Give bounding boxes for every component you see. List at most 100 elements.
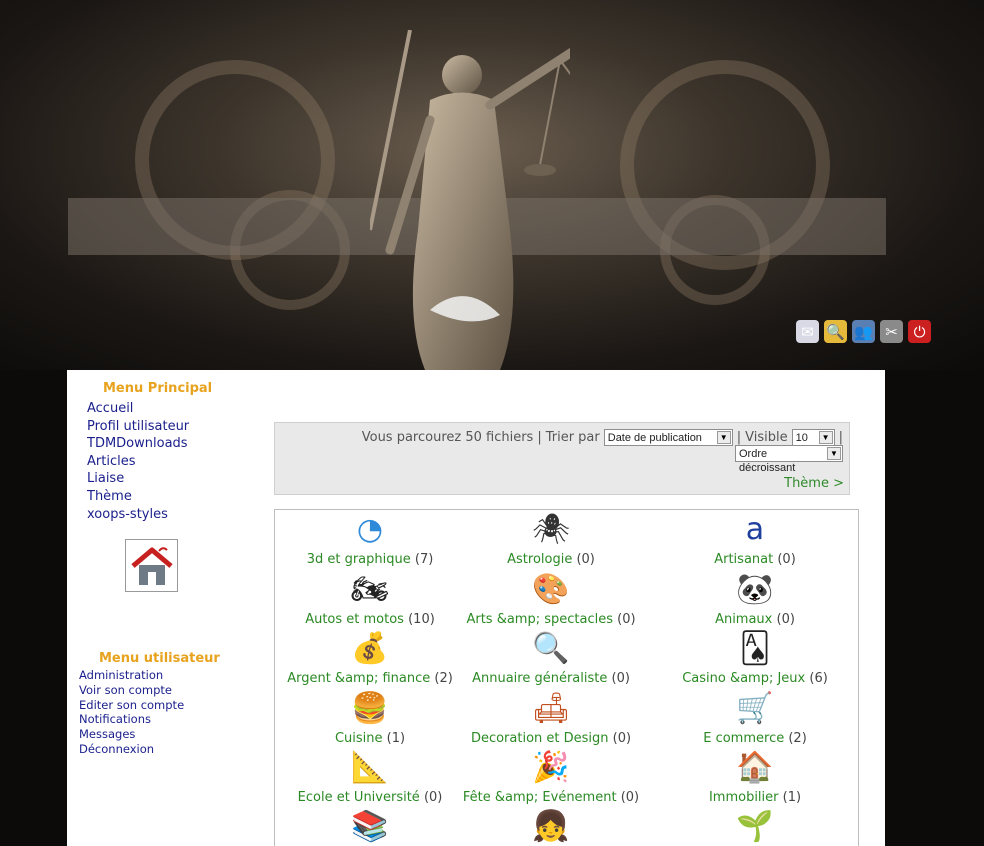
user-menu-title: Menu utilisateur xyxy=(99,651,220,666)
playing-cards-icon[interactable]: 🂡 xyxy=(733,629,777,669)
party-hat-icon[interactable]: 🎉 xyxy=(529,748,573,788)
books-icon[interactable]: 📚 xyxy=(348,807,392,846)
category-label: Immobilier (1) xyxy=(660,790,850,805)
category-name-link[interactable]: 3d et graphique xyxy=(307,552,411,567)
category-count: (0) xyxy=(608,731,632,746)
category-name-link[interactable]: Decoration et Design xyxy=(471,731,609,746)
menu-item-administration[interactable]: Administration xyxy=(79,668,184,683)
visible-select[interactable]: 10 ▼ xyxy=(791,429,835,446)
shopping-cart-icon[interactable]: 🛒 xyxy=(733,689,777,729)
category-item[interactable]: 🛋 Decoration et Design (0) xyxy=(456,689,646,746)
category-item[interactable]: 🎉 Fête &amp; Evénement (0) xyxy=(456,748,646,805)
category-count: (0) xyxy=(607,671,630,686)
menu-item-deconnexion[interactable]: Déconnexion xyxy=(79,742,184,757)
motorbike-icon[interactable]: 🏍 xyxy=(348,570,392,610)
menu-item-xoops-styles[interactable]: xoops-styles xyxy=(87,506,189,524)
category-count: (2) xyxy=(784,731,807,746)
category-name-link[interactable]: Arts &amp; spectacles xyxy=(466,612,613,627)
category-name-link[interactable]: Argent &amp; finance xyxy=(287,671,430,686)
girl-icon[interactable]: 👧 xyxy=(529,807,573,846)
user-menu: Administration Voir son compte Editer so… xyxy=(79,668,184,757)
visible-label: Visible xyxy=(745,430,788,445)
category-name-link[interactable]: Cuisine xyxy=(335,731,383,746)
category-item[interactable]: 👧 xyxy=(456,807,646,846)
category-name-link[interactable]: Animaux xyxy=(715,612,772,627)
category-label: Artisanat (0) xyxy=(660,552,850,567)
boot-plant-icon[interactable]: 🌱 xyxy=(733,807,777,846)
sort-select[interactable]: Date de publication ▼ xyxy=(603,429,733,446)
category-label: Decoration et Design (0) xyxy=(456,731,646,746)
category-item[interactable]: 🌱 xyxy=(660,807,850,846)
category-name-link[interactable]: E commerce xyxy=(703,731,784,746)
home-link-image[interactable] xyxy=(125,539,178,592)
menu-item-theme[interactable]: Thème xyxy=(87,488,189,506)
category-item[interactable]: 🍔 Cuisine (1) xyxy=(275,689,465,746)
category-name-link[interactable]: Artisanat xyxy=(714,552,773,567)
category-count: (2) xyxy=(430,671,453,686)
panda-icon[interactable]: 🐼 xyxy=(733,570,777,610)
menu-item-liaise[interactable]: Liaise xyxy=(87,470,189,488)
category-name-link[interactable]: Annuaire généraliste xyxy=(472,671,607,686)
category-item[interactable]: 📚 xyxy=(275,807,465,846)
category-name-link[interactable]: Ecole et Université xyxy=(298,790,420,805)
category-item[interactable]: 🎨 Arts &amp; spectacles (0) xyxy=(456,570,646,627)
category-item[interactable]: 🐼 Animaux (0) xyxy=(660,570,850,627)
category-label: Ecole et Université (0) xyxy=(275,790,465,805)
menu-item-articles[interactable]: Articles xyxy=(87,453,189,471)
category-item[interactable]: 🏠 Immobilier (1) xyxy=(660,748,850,805)
main-menu-title: Menu Principal xyxy=(103,381,213,396)
category-item[interactable]: ◔ 3d et graphique (7) xyxy=(275,510,465,567)
power-icon[interactable]: ⏻ xyxy=(908,320,931,343)
menu-item-editer-compte[interactable]: Editer son compte xyxy=(79,698,184,713)
menu-item-notifications[interactable]: Notifications xyxy=(79,712,184,727)
category-label: Astrologie (0) xyxy=(456,552,646,567)
menu-item-voir-compte[interactable]: Voir son compte xyxy=(79,683,184,698)
category-item[interactable]: 🛒 E commerce (2) xyxy=(660,689,850,746)
category-item[interactable]: 🏍 Autos et motos (10) xyxy=(275,570,465,627)
burger-icon[interactable]: 🍔 xyxy=(348,689,392,729)
category-name-link[interactable]: Casino &amp; Jeux xyxy=(682,671,805,686)
category-item[interactable]: 🔍 Annuaire généraliste (0) xyxy=(456,629,646,686)
separator: | xyxy=(838,430,843,445)
category-name-link[interactable]: Astrologie xyxy=(507,552,572,567)
category-item[interactable]: 🂡 Casino &amp; Jeux (6) xyxy=(660,629,850,686)
house-icon[interactable]: 🏠 xyxy=(733,748,777,788)
category-name-link[interactable]: Fête &amp; Evénement xyxy=(463,790,617,805)
order-select[interactable]: Ordre décroissant ▼ xyxy=(735,445,843,474)
category-label: Arts &amp; spectacles (0) xyxy=(456,612,646,627)
category-item[interactable]: a Artisanat (0) xyxy=(660,510,850,567)
menu-item-profil[interactable]: Profil utilisateur xyxy=(87,418,189,436)
magnifier-icon[interactable]: 🔍 xyxy=(529,629,573,669)
menu-item-accueil[interactable]: Accueil xyxy=(87,400,189,418)
menu-item-messages[interactable]: Messages xyxy=(79,727,184,742)
chevron-down-icon: ▼ xyxy=(818,431,833,444)
palette-icon[interactable]: 🎨 xyxy=(529,570,573,610)
category-item[interactable]: 🕷 Astrologie (0) xyxy=(456,510,646,567)
category-name-link[interactable]: Autos et motos xyxy=(305,612,404,627)
category-item[interactable]: 💰 Argent &amp; finance (2) xyxy=(275,629,465,686)
theme-breadcrumb-link[interactable]: Thème > xyxy=(784,476,844,491)
category-name-link[interactable]: Immobilier xyxy=(709,790,779,805)
logo-a-icon[interactable]: a xyxy=(733,510,777,550)
category-count: (0) xyxy=(419,790,443,805)
pie-chart-icon[interactable]: ◔ xyxy=(348,510,392,550)
category-item[interactable]: 📐 Ecole et Université (0) xyxy=(275,748,465,805)
chevron-down-icon: ▼ xyxy=(827,447,841,460)
category-count: (10) xyxy=(403,612,435,627)
separator: | xyxy=(537,430,542,445)
sofa-icon[interactable]: 🛋 xyxy=(529,689,573,729)
visible-select-value: 10 xyxy=(795,432,808,444)
category-label: Annuaire généraliste (0) xyxy=(456,671,646,686)
tools-icon[interactable]: ✂ xyxy=(880,320,903,343)
compass-ruler-icon[interactable]: 📐 xyxy=(348,748,392,788)
category-count: (0) xyxy=(572,552,595,567)
menu-item-tdmdownloads[interactable]: TDMDownloads xyxy=(87,435,189,453)
spider-icon[interactable]: 🕷 xyxy=(529,510,573,550)
category-grid: ◔ 3d et graphique (7) 🕷 Astrologie (0) a Arti… xyxy=(274,509,859,846)
profile-icon[interactable]: 👥 xyxy=(852,320,875,343)
mail-icon[interactable]: ✉ xyxy=(796,320,819,343)
money-icon[interactable]: 💰 xyxy=(348,629,392,669)
sort-select-value: Date de publication xyxy=(607,432,702,444)
search-icon[interactable]: 🔍 xyxy=(824,320,847,343)
lady-justice-statue-image xyxy=(370,30,570,370)
